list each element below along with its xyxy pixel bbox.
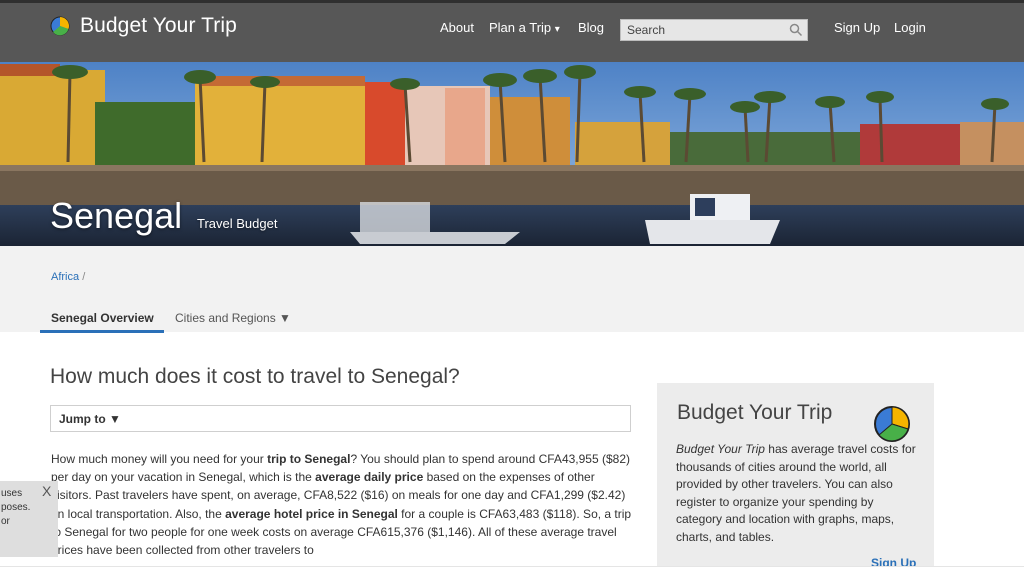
cookie-line-2: poses. xyxy=(1,502,31,513)
nav-about[interactable]: About xyxy=(440,20,474,35)
search-box xyxy=(620,19,808,41)
sidebar-signup-link[interactable]: Sign Up xyxy=(871,556,916,566)
para-bold-daily: average daily price xyxy=(315,470,424,485)
page-title: Senegal xyxy=(50,195,183,236)
breadcrumb-separator: / xyxy=(82,271,86,283)
pie-logo-icon xyxy=(50,16,70,36)
close-icon[interactable]: X xyxy=(42,483,51,499)
cookie-line-3: or xyxy=(1,516,10,527)
breadcrumb-africa-link[interactable]: Africa xyxy=(51,271,79,283)
para-bold-hotel: average hotel price in Senegal xyxy=(225,506,398,521)
signup-link[interactable]: Sign Up xyxy=(834,20,880,35)
cost-overview-paragraph: How much money will you need for your tr… xyxy=(51,450,634,562)
sidebar-brand-italic: Budget Your Trip xyxy=(676,442,765,456)
tab-cities-and-regions[interactable]: Cities and Regions ▼ xyxy=(175,311,291,325)
nav-blog[interactable]: Blog xyxy=(578,20,604,35)
chevron-down-icon: ▾ xyxy=(554,24,560,35)
para-bold-trip: trip to Senegal xyxy=(267,452,351,466)
search-icon[interactable] xyxy=(789,23,803,37)
pie-logo-icon xyxy=(874,406,910,442)
search-input[interactable] xyxy=(621,20,781,40)
bottom-strip xyxy=(0,566,1024,576)
login-link[interactable]: Login xyxy=(894,20,926,35)
tab-overview[interactable]: Senegal Overview xyxy=(51,311,154,325)
active-tab-indicator xyxy=(40,330,164,333)
main-heading: How much does it cost to travel to Seneg… xyxy=(50,365,460,388)
nav-plan-a-trip-label: Plan a Trip xyxy=(489,20,552,35)
brand-name: Budget Your Trip xyxy=(80,14,237,37)
para-text-1: How much money will you need for your xyxy=(51,452,268,466)
jump-to-dropdown[interactable]: Jump to ▼ xyxy=(50,405,631,432)
page-subtitle: Travel Budget xyxy=(197,216,278,231)
breadcrumb: Africa / xyxy=(51,271,85,283)
sidebar-text: has average travel costs for thousands o… xyxy=(676,442,916,544)
nav-plan-a-trip[interactable]: Plan a Trip ▾ xyxy=(489,20,560,35)
sidebar-title: Budget Your Trip xyxy=(677,401,833,424)
sidebar-description: Budget Your Trip has average travel cost… xyxy=(676,441,921,547)
brand-logo-link[interactable]: Budget Your Trip xyxy=(50,14,237,38)
